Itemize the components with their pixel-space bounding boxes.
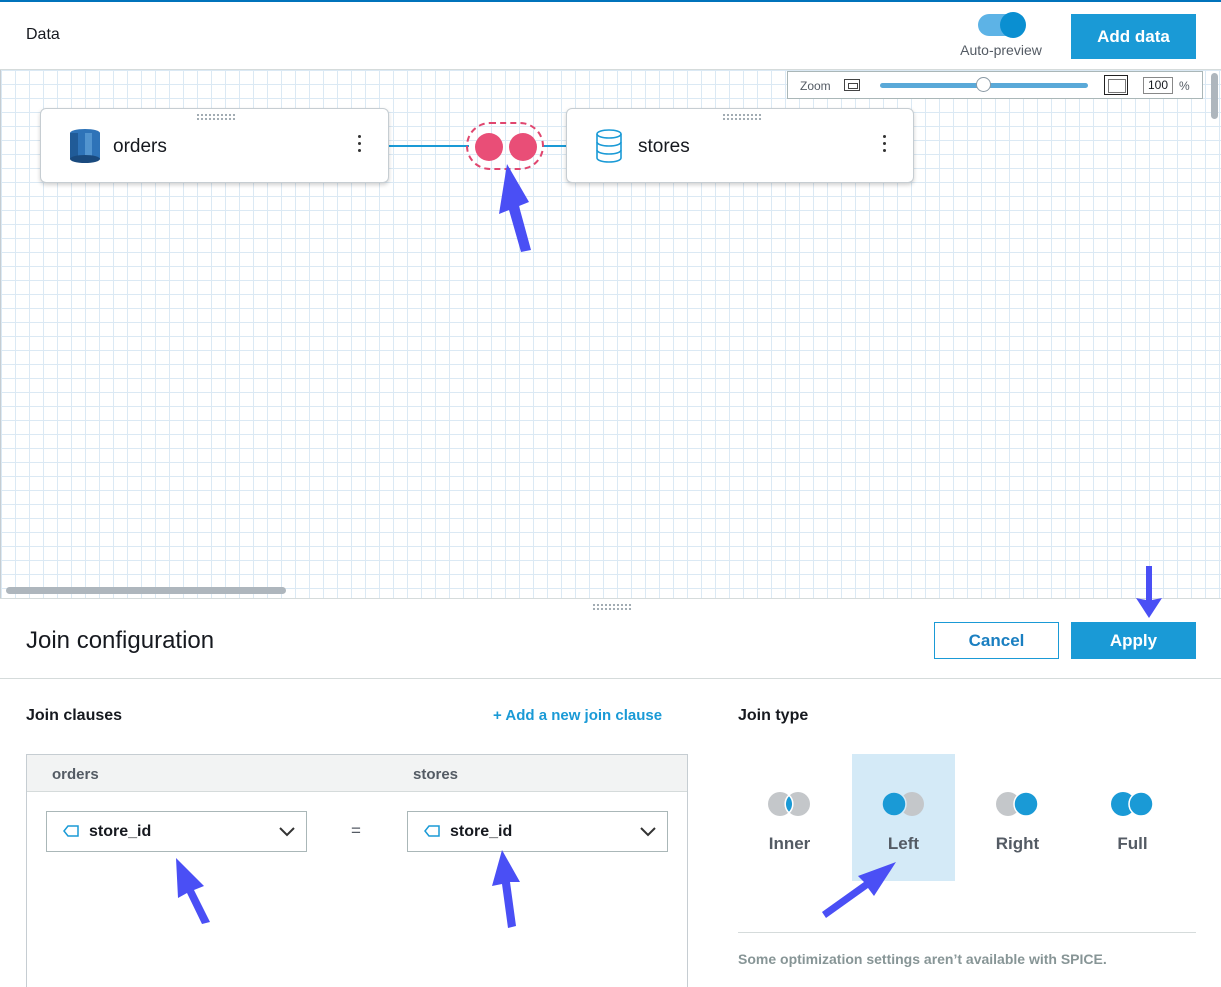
auto-preview-label: Auto-preview — [960, 42, 1042, 58]
divider — [738, 932, 1196, 933]
left-field-select[interactable]: store_id — [46, 811, 307, 852]
string-field-icon — [63, 825, 79, 837]
auto-preview-control[interactable]: Auto-preview — [954, 12, 1048, 62]
zoom-fit-icon[interactable] — [1104, 75, 1128, 95]
right-table-header: stores — [413, 766, 459, 783]
annotation-arrow-icon — [499, 164, 531, 252]
chevron-down-icon — [279, 827, 295, 837]
string-field-icon — [424, 825, 440, 837]
node-menu-icon[interactable] — [356, 135, 362, 155]
zoom-value-input[interactable]: 100 — [1143, 77, 1173, 94]
join-clauses-heading: Join clauses — [26, 707, 123, 724]
chevron-down-icon — [640, 827, 656, 837]
panel-resize-bar[interactable] — [0, 598, 1221, 612]
annotation-arrow-icon — [1136, 566, 1162, 618]
join-type-label: Full — [1117, 834, 1148, 853]
join-connector-left — [389, 145, 469, 147]
join-type-label: Left — [887, 834, 920, 853]
inner-join-type-icon — [768, 792, 810, 816]
join-clause-table: orders stores store_id = store_id — [26, 754, 688, 987]
join-type-full[interactable]: Full — [1081, 754, 1184, 881]
join-connector-right — [542, 145, 568, 147]
resize-grip-icon[interactable] — [592, 603, 632, 611]
apply-button[interactable]: Apply — [1071, 622, 1196, 659]
left-join-type-icon — [881, 791, 924, 817]
horizontal-scrollbar[interactable] — [6, 587, 286, 594]
header-bar: Data Auto-preview Add data — [0, 2, 1221, 70]
drag-handle[interactable] — [722, 113, 762, 121]
add-join-clause-link[interactable]: + Add a new join clause — [493, 707, 662, 724]
database-icon — [596, 129, 622, 163]
join-type-label: Inner — [768, 834, 811, 853]
dataset-node-stores[interactable]: stores — [566, 108, 914, 183]
zoom-label: Zoom — [800, 79, 831, 93]
node-menu-icon[interactable] — [881, 135, 887, 155]
page-title: Data — [26, 26, 60, 43]
zoom-percent-label: % — [1179, 79, 1190, 93]
zoom-out-icon[interactable] — [844, 79, 860, 91]
join-operator: = — [351, 821, 361, 840]
vertical-scrollbar[interactable] — [1211, 73, 1218, 119]
panel-title: Join configuration — [26, 627, 215, 654]
node-label: stores — [638, 136, 690, 157]
annotation-arrow-icon — [492, 850, 520, 928]
cancel-button[interactable]: Cancel — [934, 622, 1059, 659]
annotation-arrow-icon — [176, 858, 210, 924]
left-field-value: store_id — [89, 823, 152, 840]
right-join-type-icon — [996, 791, 1039, 817]
right-field-select[interactable]: store_id — [407, 811, 668, 852]
join-canvas[interactable]: Zoom 100 % orders stores — [0, 70, 1221, 598]
join-type-heading: Join type — [738, 707, 809, 724]
redshift-icon — [70, 129, 100, 163]
annotation-arrow-icon — [822, 862, 896, 918]
node-label: orders — [113, 136, 167, 157]
divider — [0, 678, 1221, 679]
auto-preview-toggle[interactable] — [978, 12, 1026, 38]
zoom-slider-thumb[interactable] — [976, 77, 991, 92]
clause-header: orders stores — [27, 755, 687, 792]
right-field-value: store_id — [450, 823, 513, 840]
dataset-node-orders[interactable]: orders — [40, 108, 389, 183]
add-data-button[interactable]: Add data — [1071, 14, 1196, 59]
join-type-label: Right — [995, 834, 1040, 853]
toggle-knob — [1000, 12, 1026, 38]
join-type-right[interactable]: Right — [966, 754, 1069, 881]
full-join-type-icon — [1111, 791, 1154, 817]
drag-handle[interactable] — [196, 113, 236, 121]
left-table-header: orders — [52, 766, 99, 783]
zoom-control: Zoom 100 % — [787, 71, 1203, 99]
spice-note: Some optimization settings aren’t availa… — [738, 951, 1107, 967]
